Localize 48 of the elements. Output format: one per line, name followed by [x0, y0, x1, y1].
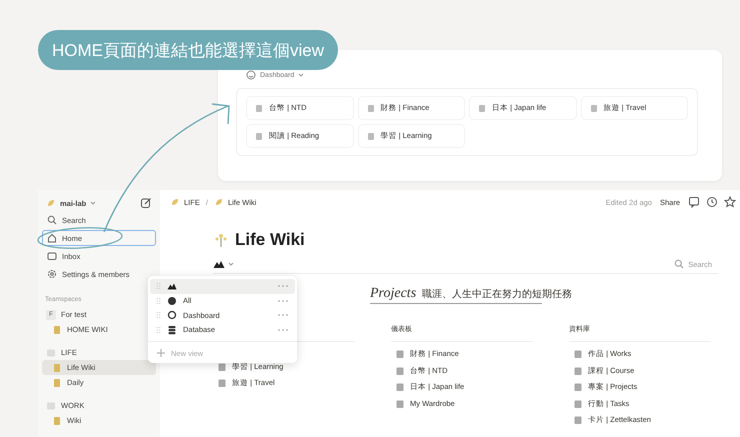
mountain-icon — [167, 281, 177, 292]
chevron-icon[interactable] — [228, 261, 234, 267]
page-icon — [573, 398, 583, 409]
teamspace-icon — [46, 400, 56, 410]
page-icon — [395, 349, 405, 360]
page-title: Life Wiki — [235, 230, 305, 250]
page-icon — [588, 103, 598, 113]
compose-icon[interactable] — [140, 197, 152, 209]
house-icon — [47, 233, 57, 243]
search-icon — [47, 215, 57, 225]
page-icon — [395, 398, 405, 409]
page-icon — [254, 103, 264, 113]
more-icon[interactable] — [277, 298, 289, 303]
page-icon — [573, 349, 583, 360]
search-icon — [674, 259, 684, 269]
page-icon — [573, 415, 583, 426]
star-icon[interactable] — [724, 196, 736, 208]
teamspace-icon — [46, 348, 56, 358]
comment-icon[interactable] — [688, 196, 700, 208]
page-icon — [217, 362, 227, 372]
page-icon — [573, 382, 583, 392]
section-subtitle: 職涯、人生中正在努力的短期任務 — [422, 288, 572, 301]
page-icon — [217, 378, 227, 388]
more-icon[interactable] — [277, 284, 289, 288]
section-title: Projects — [370, 286, 416, 302]
flower-icon — [213, 232, 229, 248]
page-icon — [477, 103, 487, 113]
clock-icon[interactable] — [706, 196, 718, 208]
leaf-icon — [170, 197, 180, 207]
chevron-icon — [90, 200, 96, 206]
plus-icon — [156, 348, 166, 358]
more-icon[interactable] — [277, 328, 289, 332]
page-icon — [254, 131, 264, 141]
page-icon — [52, 324, 62, 334]
more-icon[interactable] — [277, 313, 289, 318]
gear-icon — [47, 269, 57, 279]
stack-icon — [167, 324, 177, 335]
chevron-icon — [298, 72, 304, 78]
page-icon — [366, 131, 376, 141]
callout-bubble: HOME頁面的連結也能選擇這個view — [38, 30, 338, 70]
leaf-icon — [214, 197, 224, 207]
page-icon — [395, 366, 405, 376]
page-icon — [366, 103, 376, 113]
page-icon — [395, 382, 405, 392]
page-icon — [52, 416, 62, 426]
page-icon — [573, 366, 583, 376]
inbox-icon — [47, 251, 57, 261]
leaf-icon — [46, 198, 56, 208]
